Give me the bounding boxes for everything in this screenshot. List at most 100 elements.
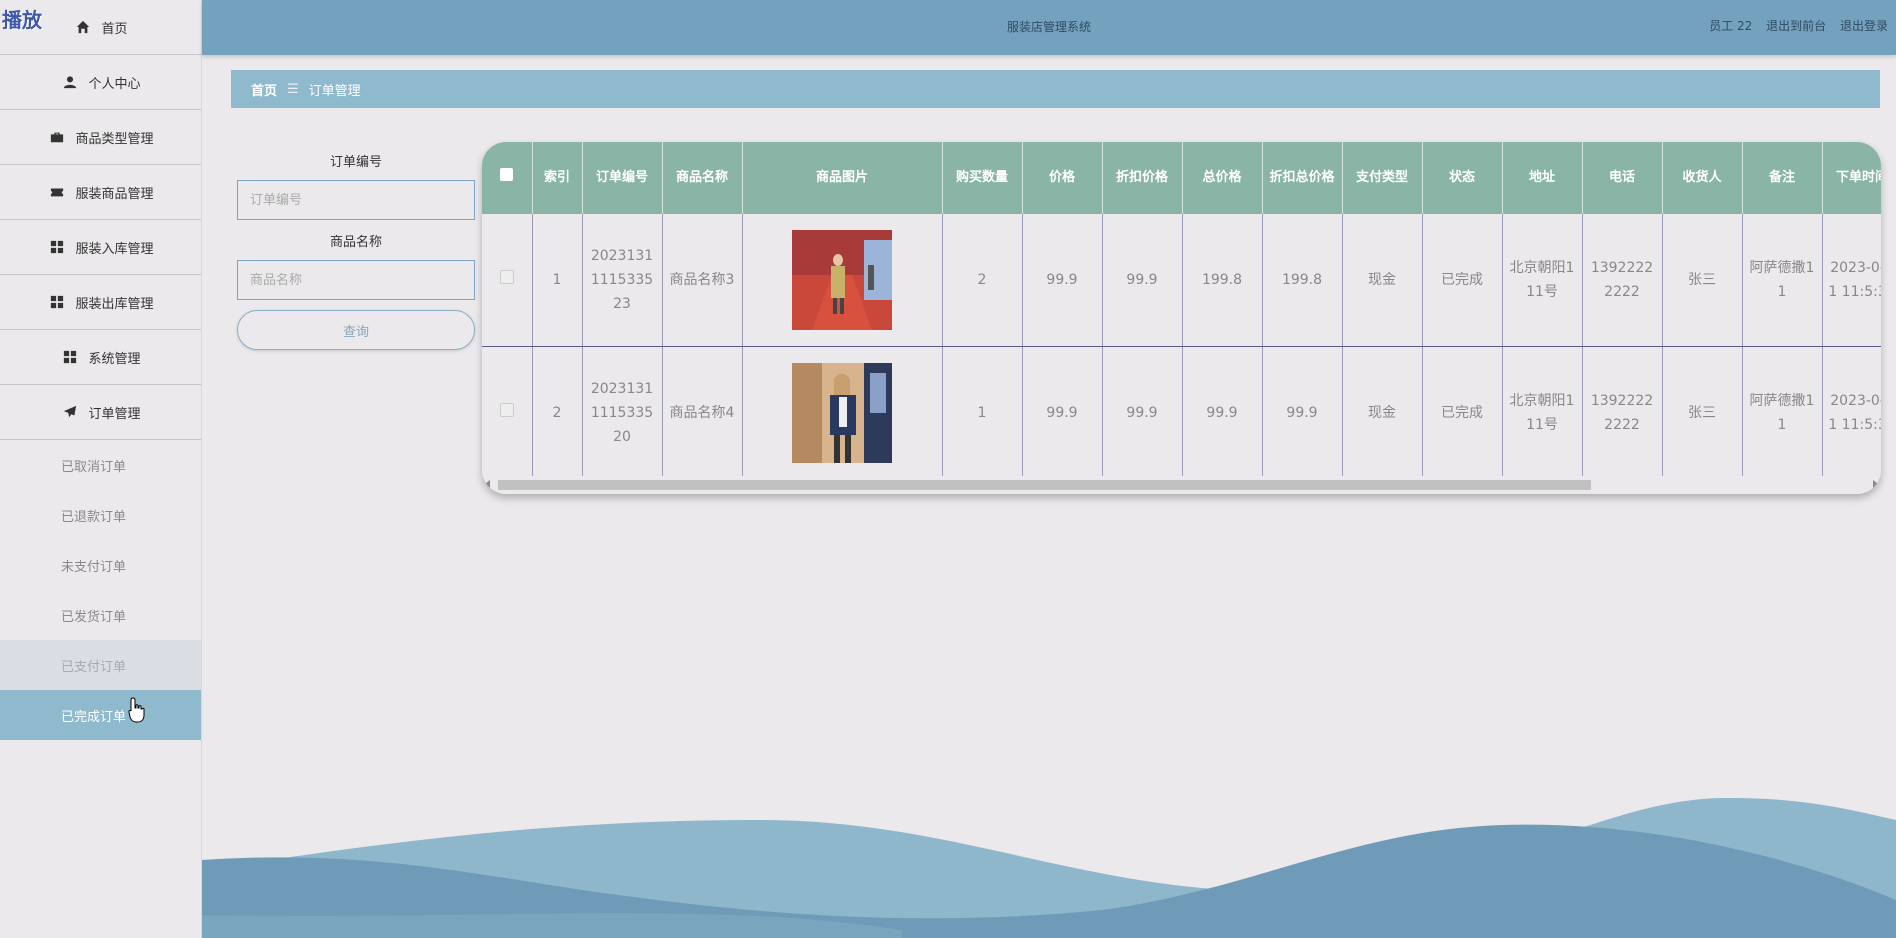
sidebar-item-label: 系统管理 — [88, 351, 141, 367]
product-name-label: 商品名称 — [329, 235, 382, 250]
sidebar-item-system[interactable]: 系统管理 — [0, 330, 201, 385]
column-header: 备注 — [1742, 142, 1823, 214]
cell-discount-total: 99.9 — [1262, 346, 1343, 480]
table-row[interactable]: 1 20231311115335 23 商品名称3 2 99.9 99.9 19… — [482, 214, 1881, 347]
row-checkbox[interactable] — [482, 346, 533, 480]
cell-index: 2 — [532, 346, 583, 480]
cell-remark: 阿萨德撒11 — [1742, 346, 1823, 480]
sidebar-item-label: 服装入库管理 — [75, 241, 154, 257]
column-header: 总价格 — [1182, 142, 1263, 214]
cell-discount-price: 99.9 — [1102, 214, 1183, 347]
cell-order-no: 20231311115335 23 — [582, 214, 663, 347]
cell-price: 99.9 — [1022, 214, 1103, 347]
back-to-front-link[interactable]: 退出到前台 — [1766, 19, 1826, 33]
top-header: 服装店管理系统 员工 22 退出到前台 退出登录 — [202, 0, 1896, 55]
breadcrumb-separator: ☰ — [287, 81, 299, 97]
product-image[interactable] — [792, 363, 892, 463]
cell-order-time: 2023-0-31 11:5:33 — [1822, 214, 1881, 347]
column-header: 商品图片 — [742, 142, 943, 214]
cell-product-name: 商品名称4 — [662, 346, 743, 480]
cell-index: 1 — [532, 214, 583, 347]
current-user: 员工 22 — [1709, 19, 1753, 33]
column-header: 支付类型 — [1342, 142, 1423, 214]
column-header: 索引 — [532, 142, 583, 214]
breadcrumb: 首页 ☰ 订单管理 — [231, 70, 1880, 108]
sidebar-subitem-paid-orders[interactable]: 已支付订单 — [0, 640, 201, 690]
cell-order-no: 20231311115335 20 — [582, 346, 663, 480]
cell-receiver: 张三 — [1662, 346, 1743, 480]
column-header: 订单编号 — [582, 142, 663, 214]
sidebar-item-stock-out[interactable]: 服装出库管理 — [0, 275, 201, 330]
cell-quantity: 2 — [942, 214, 1023, 347]
sidebar-item-label: 订单管理 — [88, 406, 141, 422]
row-checkbox[interactable] — [482, 214, 533, 347]
sidebar-item-orders[interactable]: 订单管理 — [0, 385, 201, 440]
orders-table-card: 索引 订单编号 商品名称 商品图片 购买数量 价格 折扣价格 总价格 折扣总价格… — [482, 142, 1881, 494]
sidebar-subitem-cancelled-orders[interactable]: 已取消订单 — [0, 440, 201, 490]
sidebar-item-stock-in[interactable]: 服装入库管理 — [0, 220, 201, 275]
order-no-label: 订单编号 — [329, 155, 382, 170]
select-all-checkbox[interactable] — [482, 142, 533, 214]
sidebar: 播放 首页 个人中心 商品类型管理 服装商品管理 服装入库管理 服装出库管理 系… — [0, 0, 202, 938]
grid-icon — [60, 349, 80, 365]
cell-order-time: 2023-0-31 11:5:33 — [1822, 346, 1881, 480]
cell-address: 北京朝阳111号 — [1502, 346, 1583, 480]
scroll-right-arrow-icon[interactable] — [1873, 480, 1878, 488]
column-header: 下单时间 — [1822, 142, 1881, 214]
sidebar-subitem-unpaid-orders[interactable]: 未支付订单 — [0, 540, 201, 590]
horizontal-scrollbar[interactable] — [482, 476, 1881, 494]
column-header: 折扣总价格 — [1262, 142, 1343, 214]
cell-receiver: 张三 — [1662, 214, 1743, 347]
cell-discount-total: 199.8 — [1262, 214, 1343, 347]
column-header: 收货人 — [1662, 142, 1743, 214]
sidebar-subitem-completed-orders[interactable]: 已完成订单 — [0, 690, 201, 740]
logout-link[interactable]: 退出登录 — [1840, 19, 1888, 33]
scrollbar-thumb[interactable] — [498, 480, 1591, 490]
breadcrumb-home[interactable]: 首页 — [251, 80, 277, 99]
hand-cursor-icon — [128, 697, 145, 723]
sidebar-item-label: 个人中心 — [88, 76, 141, 92]
product-image[interactable] — [792, 230, 892, 330]
grid-icon — [47, 294, 67, 310]
column-header: 电话 — [1582, 142, 1663, 214]
cell-discount-price: 99.9 — [1102, 346, 1183, 480]
header-actions: 员工 22 退出到前台 退出登录 — [1699, 17, 1888, 34]
order-no-input[interactable] — [237, 180, 475, 220]
column-header: 状态 — [1422, 142, 1503, 214]
ticket-icon — [47, 184, 67, 200]
product-name-input[interactable] — [237, 260, 475, 300]
breadcrumb-current: 订单管理 — [308, 83, 361, 99]
sidebar-item-product-types[interactable]: 商品类型管理 — [0, 110, 201, 165]
cell-total: 99.9 — [1182, 346, 1263, 480]
sidebar-subitem-refunded-orders[interactable]: 已退款订单 — [0, 490, 201, 540]
sidebar-item-label: 服装出库管理 — [75, 296, 154, 312]
sidebar-item-label: 服装商品管理 — [75, 186, 154, 202]
briefcase-icon — [47, 129, 67, 145]
cell-status: 已完成 — [1422, 346, 1503, 480]
cell-pay-type: 现金 — [1342, 214, 1423, 347]
cell-address: 北京朝阳111号 — [1502, 214, 1583, 347]
cell-phone: 13922222222 — [1582, 214, 1663, 347]
cell-phone: 13922222222 — [1582, 346, 1663, 480]
grid-icon — [47, 239, 67, 255]
cell-status: 已完成 — [1422, 214, 1503, 347]
table-row[interactable]: 2 20231311115335 20 商品名称4 1 99.9 99.9 99… — [482, 346, 1881, 480]
app-title: 服装店管理系统 — [1006, 20, 1091, 34]
cell-total: 199.8 — [1182, 214, 1263, 347]
sidebar-item-profile[interactable]: 个人中心 — [0, 55, 201, 110]
column-header: 商品名称 — [662, 142, 743, 214]
home-icon — [73, 19, 93, 35]
orders-table: 索引 订单编号 商品名称 商品图片 购买数量 价格 折扣价格 总价格 折扣总价格… — [482, 142, 1881, 480]
cell-remark: 阿萨德撒11 — [1742, 214, 1823, 347]
column-header: 地址 — [1502, 142, 1583, 214]
scroll-left-arrow-icon[interactable] — [485, 480, 490, 488]
sidebar-subitem-shipped-orders[interactable]: 已发货订单 — [0, 590, 201, 640]
column-header: 价格 — [1022, 142, 1103, 214]
decorative-waves — [202, 797, 1896, 938]
watermark-text: 播放 — [2, 8, 42, 32]
cell-quantity: 1 — [942, 346, 1023, 480]
cell-product-name: 商品名称3 — [662, 214, 743, 347]
column-header: 购买数量 — [942, 142, 1023, 214]
query-button[interactable]: 查询 — [237, 310, 475, 350]
sidebar-item-clothing-products[interactable]: 服装商品管理 — [0, 165, 201, 220]
